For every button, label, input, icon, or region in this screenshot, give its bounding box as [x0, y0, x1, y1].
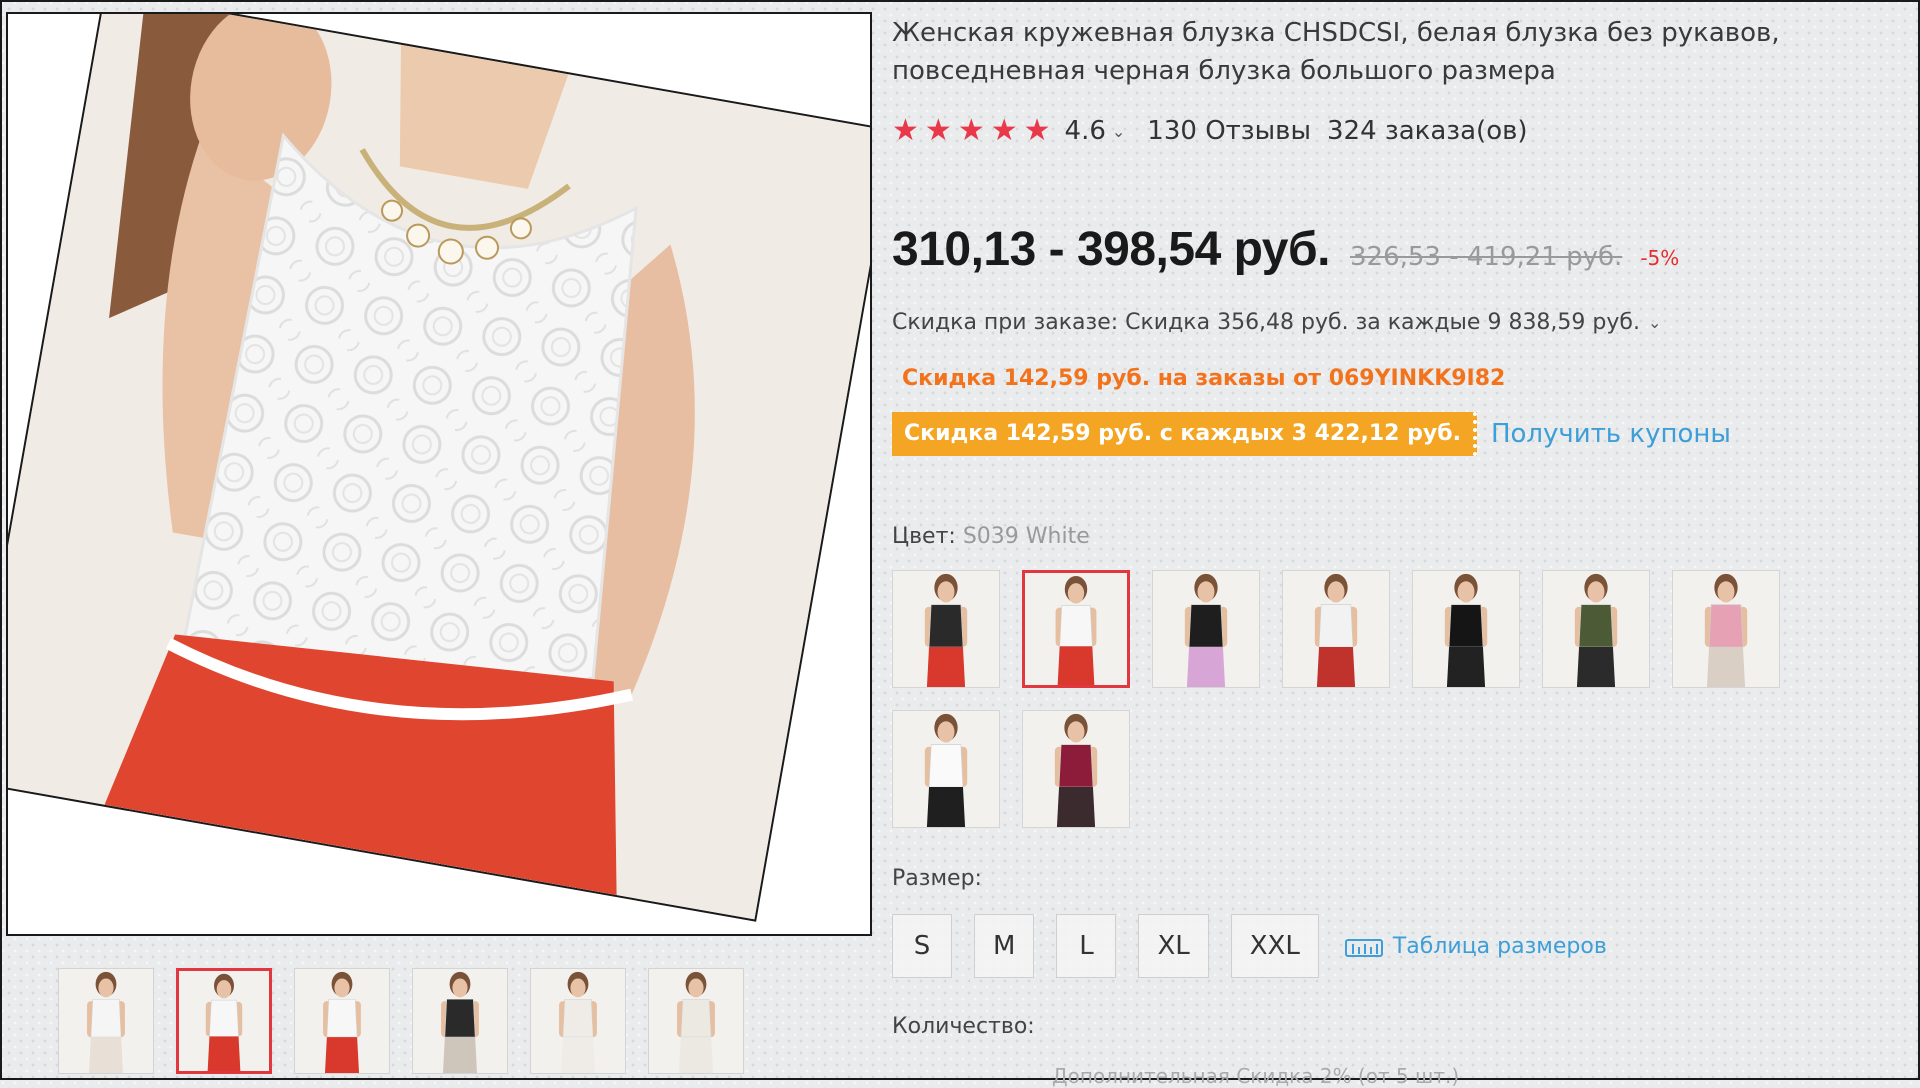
- quantity-hint: Дополнительная Скидка 2% (от 5 шт.): [1052, 1064, 1460, 1088]
- color-swatch[interactable]: [892, 710, 1000, 828]
- gallery-thumbnail[interactable]: [176, 968, 272, 1074]
- product-photo: [8, 14, 870, 922]
- order-discount-text: Скидка при заказе: Скидка 356,48 руб. за…: [892, 310, 1640, 335]
- ruler-icon: [1344, 939, 1383, 957]
- thumbnail-image: [179, 971, 269, 1071]
- get-coupons-link[interactable]: Получить купоны: [1491, 419, 1731, 449]
- product-title: Женская кружевная блузка CHSDCSI, белая …: [892, 18, 1780, 86]
- coupon-row: Скидка 142,59 руб. с каждых 3 422,12 руб…: [892, 412, 1731, 456]
- coupon-badge: Скидка 142,59 руб. с каждых 3 422,12 руб…: [892, 412, 1477, 456]
- size-chart-link[interactable]: Таблица размеров: [1344, 933, 1607, 959]
- thumbnail-image: [531, 969, 625, 1073]
- swatch-image: [1153, 571, 1259, 687]
- size-option-l[interactable]: L: [1056, 914, 1117, 978]
- gallery-thumbnail[interactable]: [294, 968, 390, 1074]
- color-swatch[interactable]: [1022, 570, 1130, 688]
- color-swatch[interactable]: [1412, 570, 1520, 688]
- star-icon: ★: [892, 113, 919, 148]
- size-option-xl[interactable]: XL: [1138, 914, 1209, 978]
- gallery-thumbnails: [58, 968, 744, 1074]
- old-price: 326,53 - 419,21 руб.: [1349, 242, 1623, 272]
- star-icon: ★: [1023, 113, 1051, 148]
- gallery-thumbnail[interactable]: [648, 968, 744, 1074]
- main-product-image[interactable]: [6, 12, 872, 936]
- reviews-link[interactable]: 130 Отзывы: [1147, 116, 1311, 146]
- rating-value[interactable]: 4.6: [1065, 116, 1106, 146]
- thumbnail-image: [295, 969, 389, 1073]
- quantity-label: Количество:: [892, 1014, 1035, 1039]
- size-options: S M L XL XXL Таблица размеров: [892, 914, 1607, 978]
- star-icon: ★: [924, 113, 952, 148]
- color-swatches: [892, 570, 1792, 828]
- color-label-text: Цвет:: [892, 524, 956, 549]
- selected-color-value: S039 White: [962, 524, 1090, 549]
- size-option-xxl[interactable]: XXL: [1230, 914, 1319, 978]
- chevron-down-icon[interactable]: ⌄: [1648, 313, 1661, 332]
- gallery-thumbnail[interactable]: [530, 968, 626, 1074]
- color-swatch[interactable]: [1672, 570, 1780, 688]
- discount-percent: -5%: [1640, 246, 1680, 270]
- rating-stars: ★ ★ ★ ★ ★: [892, 116, 1051, 146]
- star-icon: ★: [990, 113, 1018, 148]
- orders-count: 324 заказа(ов): [1327, 116, 1528, 146]
- color-label: Цвет: S039 White: [892, 524, 1090, 549]
- chevron-down-icon[interactable]: ⌄: [1112, 122, 1125, 141]
- swatch-image: [1673, 571, 1779, 687]
- color-swatch[interactable]: [1542, 570, 1650, 688]
- color-swatch[interactable]: [1022, 710, 1130, 828]
- color-swatch[interactable]: [1152, 570, 1260, 688]
- store-discount: Скидка 142,59 руб. на заказы от 069YINKK…: [902, 366, 1506, 391]
- swatch-image: [1543, 571, 1649, 687]
- thumbnail-image: [413, 969, 507, 1073]
- color-swatch[interactable]: [892, 570, 1000, 688]
- swatch-image: [1023, 711, 1129, 827]
- current-price: 310,13 - 398,54 руб.: [892, 223, 1330, 276]
- swatch-image: [1283, 571, 1389, 687]
- thumbnail-image: [59, 969, 153, 1073]
- thumbnail-image: [649, 969, 743, 1073]
- blouse-illustration: [8, 14, 870, 920]
- gallery-thumbnail[interactable]: [412, 968, 508, 1074]
- size-option-m[interactable]: M: [974, 914, 1035, 978]
- swatch-image: [1025, 573, 1127, 685]
- swatch-image: [1413, 571, 1519, 687]
- gallery-thumbnail[interactable]: [58, 968, 154, 1074]
- size-chart-label: Таблица размеров: [1392, 933, 1607, 959]
- size-option-s[interactable]: S: [892, 914, 952, 978]
- color-swatch[interactable]: [1282, 570, 1390, 688]
- swatch-image: [893, 711, 999, 827]
- size-label: Размер:: [892, 866, 982, 891]
- star-icon: ★: [957, 113, 985, 148]
- price-row: 310,13 - 398,54 руб. 326,53 - 419,21 руб…: [892, 222, 1679, 277]
- swatch-image: [893, 571, 999, 687]
- rating-row: ★ ★ ★ ★ ★ 4.6 ⌄ 130 Отзывы 324 заказа(ов): [892, 116, 1528, 147]
- order-discount[interactable]: Скидка при заказе: Скидка 356,48 руб. за…: [892, 310, 1661, 335]
- product-info: Женская кружевная блузка CHSDCSI, белая …: [892, 0, 1920, 1088]
